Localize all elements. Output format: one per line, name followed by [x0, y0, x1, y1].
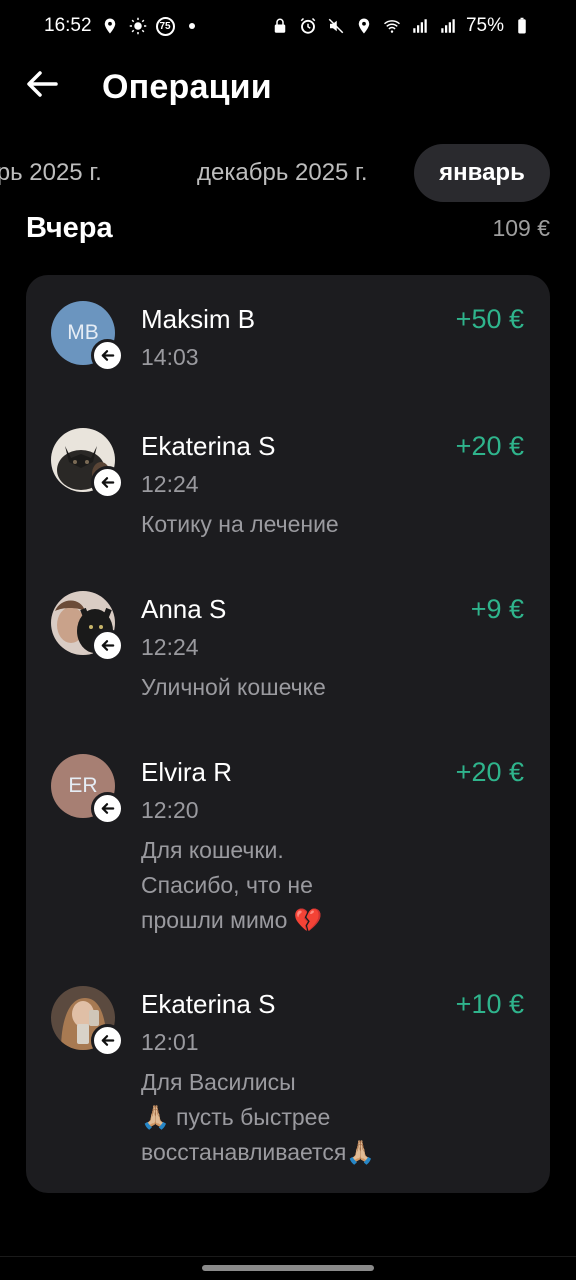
operation-amount: +9 € — [470, 594, 524, 624]
operation-item[interactable]: MB Maksim B 14:03 +50 € — [26, 301, 550, 391]
incoming-badge — [91, 466, 124, 499]
alarm-icon — [298, 16, 318, 36]
app-header: Операции — [0, 56, 576, 120]
battery-icon — [512, 16, 532, 36]
status-left: 16:52 75 — [44, 15, 195, 37]
operation-name: Ekaterina S — [141, 431, 276, 461]
incoming-badge — [91, 792, 124, 825]
back-button[interactable] — [24, 66, 60, 102]
tab-month-december[interactable]: декабрь 2025 г. — [197, 144, 368, 202]
mute-icon — [326, 16, 346, 36]
home-indicator[interactable] — [202, 1265, 374, 1271]
incoming-badge — [91, 629, 124, 662]
month-tabs: ябрь 2025 г. декабрь 2025 г. январь — [0, 144, 576, 204]
arrow-left-icon — [101, 350, 115, 361]
group-header: Вчера 109 € — [26, 206, 550, 250]
group-total: 109 € — [492, 214, 550, 241]
operation-comment: Котику на лечение — [141, 511, 339, 537]
location-icon — [354, 16, 374, 36]
notification-count-badge: 75 — [155, 16, 175, 36]
battery-percent: 75% — [465, 15, 504, 36]
avatar — [51, 428, 124, 499]
operation-comment: Для Василисы 🙏🏼 пусть быстрее восстанавл… — [141, 1069, 375, 1165]
arrow-left-icon — [101, 477, 115, 488]
operation-time: 12:01 — [141, 1029, 199, 1055]
arrow-left-icon — [101, 1035, 115, 1046]
operation-time: 14:03 — [141, 344, 199, 370]
tab-month-january[interactable]: январь — [414, 144, 550, 202]
operation-time: 12:24 — [141, 634, 199, 660]
brightness-icon — [128, 16, 148, 36]
arrow-left-icon — [101, 640, 115, 651]
status-right: 75% — [270, 15, 532, 37]
arrow-left-icon — [27, 71, 58, 97]
avatar — [51, 986, 124, 1057]
operation-item[interactable]: Anna S 12:24 Уличной кошечке +9 € — [26, 591, 550, 711]
wifi-icon — [382, 16, 402, 36]
signal-icon — [438, 16, 458, 36]
location-icon — [100, 16, 120, 36]
status-time: 16:52 — [44, 15, 92, 36]
operation-amount: +10 € — [455, 989, 524, 1019]
signal-icon — [410, 16, 430, 36]
operation-amount: +20 € — [455, 431, 524, 461]
lock-icon — [270, 16, 290, 36]
more-notifications-dot — [188, 23, 195, 29]
operation-name: Elvira R — [141, 757, 233, 787]
arrow-left-icon — [101, 803, 115, 814]
operation-amount: +20 € — [455, 757, 524, 787]
status-bar: 16:52 75 75% — [0, 0, 576, 52]
operation-item[interactable]: Ekaterina S 12:01 Для Василисы 🙏🏼 пусть … — [26, 986, 550, 1176]
operation-name: Anna S — [141, 594, 227, 624]
operation-comment: Для кошечки. Спасибо, что не прошли мимо… — [141, 837, 323, 933]
tab-month-november[interactable]: ябрь 2025 г. — [0, 144, 102, 202]
operation-amount: +50 € — [455, 304, 524, 334]
operation-name: Ekaterina S — [141, 989, 276, 1019]
operation-name: Maksim B — [141, 304, 256, 334]
incoming-badge — [91, 1024, 124, 1057]
group-title: Вчера — [26, 211, 113, 244]
avatar: ER — [51, 754, 124, 825]
operation-item[interactable]: ER Elvira R 12:20 Для кошечки. Спасибо, … — [26, 754, 550, 944]
operation-time: 12:24 — [141, 471, 199, 497]
operation-comment: Уличной кошечке — [141, 674, 326, 700]
avatar — [51, 591, 124, 662]
operation-time: 12:20 — [141, 797, 199, 823]
avatar: MB — [51, 301, 124, 372]
operations-card: MB Maksim B 14:03 +50 € Ekaterina S 12:2… — [26, 275, 550, 1193]
page-title: Операции — [102, 68, 272, 106]
operation-item[interactable]: Ekaterina S 12:24 Котику на лечение +20 … — [26, 428, 550, 548]
incoming-badge — [91, 339, 124, 372]
bottom-divider — [0, 1256, 576, 1257]
